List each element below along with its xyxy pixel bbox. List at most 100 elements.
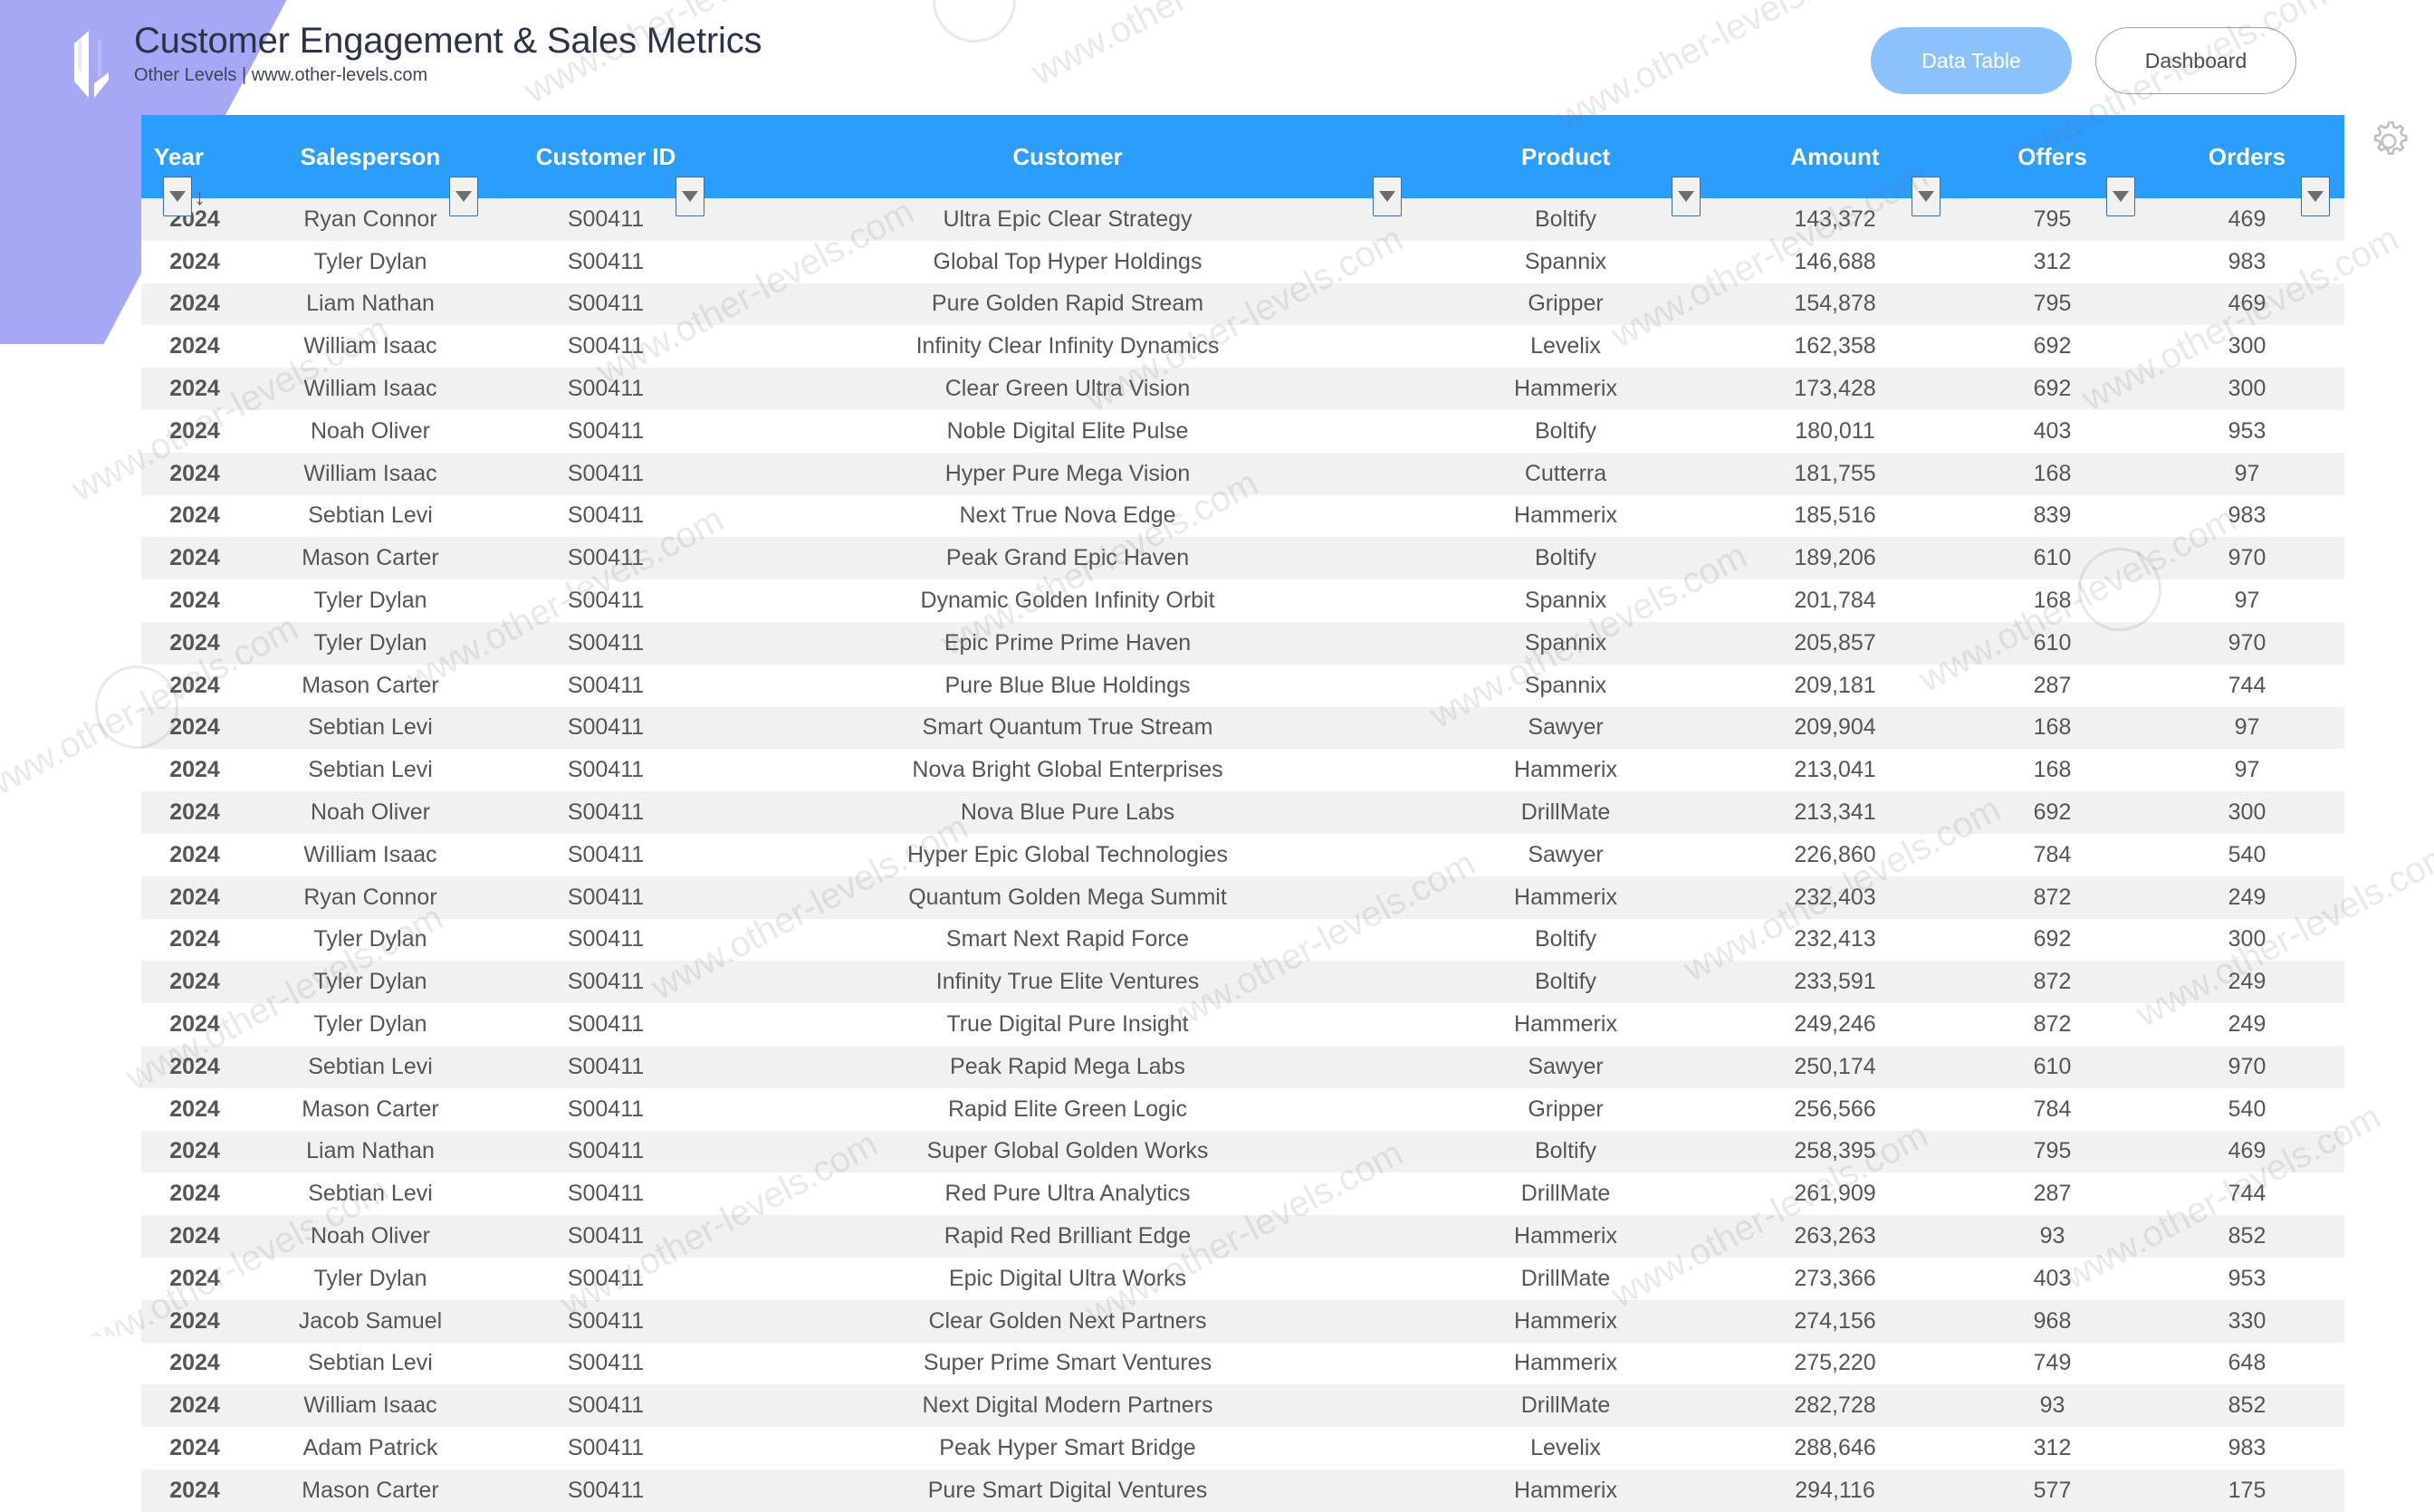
table-row[interactable]: 2024 Noah Oliver S00411 Rapid Red Brilliant…: [141, 1215, 2344, 1258]
view-toggle-group[interactable]: Data Table Dashboard: [1871, 27, 2296, 94]
cell-customer: Epic Prime Prime Haven: [719, 621, 1416, 665]
column-header-amount[interactable]: Amount: [1715, 115, 1955, 216]
cell-offers: 610: [1955, 621, 2150, 665]
cell-year: 2024: [141, 579, 248, 622]
cell-orders: 983: [2150, 1427, 2344, 1469]
table-row[interactable]: 2024 Noah Oliver S00411 Noble Digital Elite…: [141, 409, 2344, 453]
table-row[interactable]: 2024 Liam Nathan S00411 Super Global Golden…: [141, 1130, 2344, 1173]
table-row[interactable]: 2024 Tyler Dylan S00411 Infinity True Elite…: [141, 961, 2344, 1004]
cell-customer: Noble Digital Elite Pulse: [719, 409, 1416, 453]
cell-orders: 540: [2150, 833, 2344, 876]
table-row[interactable]: 2024 Sebtian Levi S00411 Smart Quantum True…: [141, 706, 2344, 750]
cell-salesperson: Mason Carter: [248, 1087, 493, 1131]
sort-filter-control-year[interactable]: ↓: [163, 177, 206, 216]
table-row[interactable]: 2024 Liam Nathan S00411 Pure Golden Rapid S…: [141, 282, 2344, 326]
tab-data-table[interactable]: Data Table: [1871, 27, 2072, 94]
cell-offers: 872: [1955, 961, 2150, 1004]
data-table: Year ↓ Salesperson Customer ID Customer Produ…: [141, 115, 2344, 1512]
table-row[interactable]: 2024 William Isaac S00411 Hyper Epic Global…: [141, 833, 2344, 876]
table-row[interactable]: 2024 William Isaac S00411 Next Digital Mode…: [141, 1384, 2344, 1428]
table-row[interactable]: 2024 Sebtian Levi S00411 Super Prime Smart …: [141, 1342, 2344, 1385]
filter-button-customer[interactable]: [1373, 177, 1402, 216]
cell-salesperson: Sebtian Levi: [248, 1172, 493, 1216]
table-row[interactable]: 2024 Mason Carter S00411 Rapid Elite Green …: [141, 1087, 2344, 1131]
cell-customer-id: S00411: [493, 1427, 719, 1469]
column-header-product[interactable]: Product: [1416, 115, 1715, 216]
cell-year: 2024: [141, 706, 248, 750]
cell-offers: 312: [1955, 240, 2150, 283]
table-row[interactable]: 2024 Sebtian Levi S00411 Next True Nova Edg…: [141, 494, 2344, 538]
chevron-down-icon: [682, 191, 698, 202]
tab-dashboard[interactable]: Dashboard: [2095, 27, 2296, 94]
column-header-salesperson[interactable]: Salesperson: [248, 115, 493, 216]
cell-year: 2024: [141, 537, 248, 580]
cell-salesperson: William Isaac: [248, 325, 493, 368]
cell-year: 2024: [141, 876, 248, 919]
table-row[interactable]: 2024 Noah Oliver S00411 Nova Blue Pure Labs…: [141, 791, 2344, 834]
filter-button-product[interactable]: [1672, 177, 1701, 216]
cell-customer: Dynamic Golden Infinity Orbit: [719, 579, 1416, 622]
cell-salesperson: Mason Carter: [248, 1469, 493, 1512]
cell-salesperson: Noah Oliver: [248, 1215, 493, 1258]
table-row[interactable]: 2024 Tyler Dylan S00411 Epic Prime Prime Ha…: [141, 621, 2344, 665]
table-row[interactable]: 2024 Tyler Dylan S00411 True Digital Pure I…: [141, 1003, 2344, 1046]
cell-customer: Peak Hyper Smart Bridge: [719, 1427, 1416, 1469]
cell-salesperson: Tyler Dylan: [248, 1003, 493, 1046]
column-header-offers[interactable]: Offers: [1955, 115, 2150, 216]
cell-customer-id: S00411: [493, 918, 719, 962]
cell-customer: Clear Golden Next Partners: [719, 1299, 1416, 1343]
cell-product: Cutterra: [1416, 452, 1715, 495]
filter-button-offers[interactable]: [2106, 177, 2135, 216]
column-header-customer[interactable]: Customer: [719, 115, 1416, 216]
table-row[interactable]: 2024 Jacob Samuel S00411 Clear Golden Next …: [141, 1299, 2344, 1343]
table-row[interactable]: 2024 Adam Patrick S00411 Peak Hyper Smart B…: [141, 1427, 2344, 1469]
table-row[interactable]: 2024 Mason Carter S00411 Pure Smart Digital…: [141, 1469, 2344, 1512]
table-row[interactable]: 2024 Tyler Dylan S00411 Epic Digital Ultra …: [141, 1257, 2344, 1300]
chevron-down-icon: [169, 191, 186, 202]
column-header-customer-id[interactable]: Customer ID: [493, 115, 719, 216]
cell-customer: Quantum Golden Mega Summit: [719, 876, 1416, 919]
cell-offers: 168: [1955, 579, 2150, 622]
cell-orders: 249: [2150, 1003, 2344, 1046]
cell-salesperson: Ryan Connor: [248, 876, 493, 919]
cell-amount: 273,366: [1715, 1257, 1955, 1300]
table-row[interactable]: 2024 Mason Carter S00411 Pure Blue Blue Hol…: [141, 664, 2344, 707]
cell-customer: Rapid Red Brilliant Edge: [719, 1215, 1416, 1258]
cell-product: Boltify: [1416, 198, 1715, 241]
filter-button-salesperson[interactable]: [449, 177, 478, 216]
cell-offers: 403: [1955, 409, 2150, 453]
column-header-label: Product: [1520, 142, 1611, 170]
table-row[interactable]: 2024 Sebtian Levi S00411 Nova Bright Global…: [141, 749, 2344, 792]
filter-button-orders[interactable]: [2301, 177, 2330, 216]
cell-customer-id: S00411: [493, 1469, 719, 1512]
table-body: 2024 Ryan Connor S00411 Ultra Epic Clear St…: [141, 198, 2344, 1512]
cell-salesperson: Tyler Dylan: [248, 918, 493, 962]
table-row[interactable]: 2024 Ryan Connor S00411 Quantum Golden Mega…: [141, 876, 2344, 919]
table-row[interactable]: 2024 William Isaac S00411 Hyper Pure Mega V…: [141, 452, 2344, 495]
cell-customer-id: S00411: [493, 1215, 719, 1258]
cell-customer-id: S00411: [493, 833, 719, 876]
gear-icon[interactable]: [2363, 116, 2414, 167]
table-row[interactable]: 2024 Tyler Dylan S00411 Smart Next Rapid Fo…: [141, 918, 2344, 962]
column-header-year[interactable]: Year ↓: [141, 115, 248, 216]
table-row[interactable]: 2024 Mason Carter S00411 Peak Grand Epic Ha…: [141, 537, 2344, 580]
cell-orders: 469: [2150, 1130, 2344, 1173]
column-header-orders[interactable]: Orders: [2150, 115, 2344, 216]
cell-offers: 93: [1955, 1384, 2150, 1428]
cell-customer-id: S00411: [493, 325, 719, 368]
cell-product: Hammerix: [1416, 1342, 1715, 1385]
cell-customer: Red Pure Ultra Analytics: [719, 1172, 1416, 1216]
filter-button-amount[interactable]: [1912, 177, 1940, 216]
filter-button-year[interactable]: [163, 177, 192, 216]
cell-offers: 692: [1955, 368, 2150, 410]
table-row[interactable]: 2024 Tyler Dylan S00411 Global Top Hyper Ho…: [141, 240, 2344, 283]
table-row[interactable]: 2024 Tyler Dylan S00411 Dynamic Golden Infi…: [141, 579, 2344, 622]
table-row[interactable]: 2024 Sebtian Levi S00411 Red Pure Ultra Ana…: [141, 1172, 2344, 1216]
table-row[interactable]: 2024 Sebtian Levi S00411 Peak Rapid Mega La…: [141, 1045, 2344, 1088]
table-row[interactable]: 2024 William Isaac S00411 Infinity Clear In…: [141, 325, 2344, 368]
table-row[interactable]: 2024 William Isaac S00411 Clear Green Ultra…: [141, 368, 2344, 410]
cell-amount: 263,263: [1715, 1215, 1955, 1258]
cell-salesperson: Tyler Dylan: [248, 240, 493, 283]
filter-button-customer-id[interactable]: [676, 177, 704, 216]
cell-amount: 288,646: [1715, 1427, 1955, 1469]
